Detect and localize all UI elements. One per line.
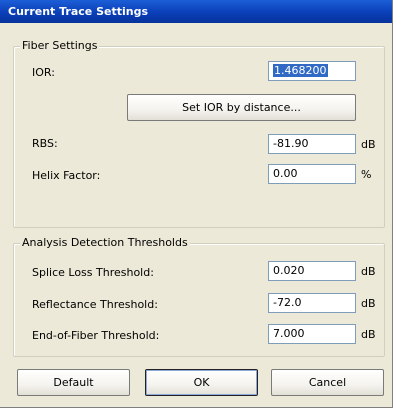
dialog-window: Current Trace Settings Fiber Settings IO… [0,0,393,408]
splice-loss-input[interactable]: 0.020 [268,261,356,281]
reflectance-input[interactable]: -72.0 [268,293,356,313]
reflectance-unit: dB [361,297,376,310]
fiber-settings-title: Fiber Settings [20,39,100,53]
helix-factor-input[interactable]: 0.00 [268,164,356,184]
cancel-button[interactable]: Cancel [271,369,384,396]
ior-input[interactable]: 1.468200 [268,61,356,81]
end-of-fiber-unit: dB [361,328,376,341]
end-of-fiber-input[interactable]: 7.000 [268,324,356,344]
ior-label: IOR: [32,66,55,79]
analysis-thresholds-title: Analysis Detection Thresholds [20,236,190,250]
rbs-input[interactable]: -81.90 [268,134,356,154]
splice-loss-unit: dB [361,265,376,278]
title-bar[interactable]: Current Trace Settings [0,0,392,23]
rbs-label: RBS: [32,137,58,150]
splice-loss-label: Splice Loss Threshold: [32,266,154,279]
window-title: Current Trace Settings [8,5,149,18]
helix-factor-unit: % [361,168,372,181]
reflectance-label: Reflectance Threshold: [32,298,158,311]
ok-button[interactable]: OK [145,369,258,396]
rbs-unit: dB [361,138,376,151]
ior-value: 1.468200 [273,64,328,77]
set-ior-by-distance-button[interactable]: Set IOR by distance... [127,94,356,121]
end-of-fiber-label: End-of-Fiber Threshold: [32,329,160,342]
helix-factor-label: Helix Factor: [32,169,101,182]
default-button[interactable]: Default [17,369,130,396]
